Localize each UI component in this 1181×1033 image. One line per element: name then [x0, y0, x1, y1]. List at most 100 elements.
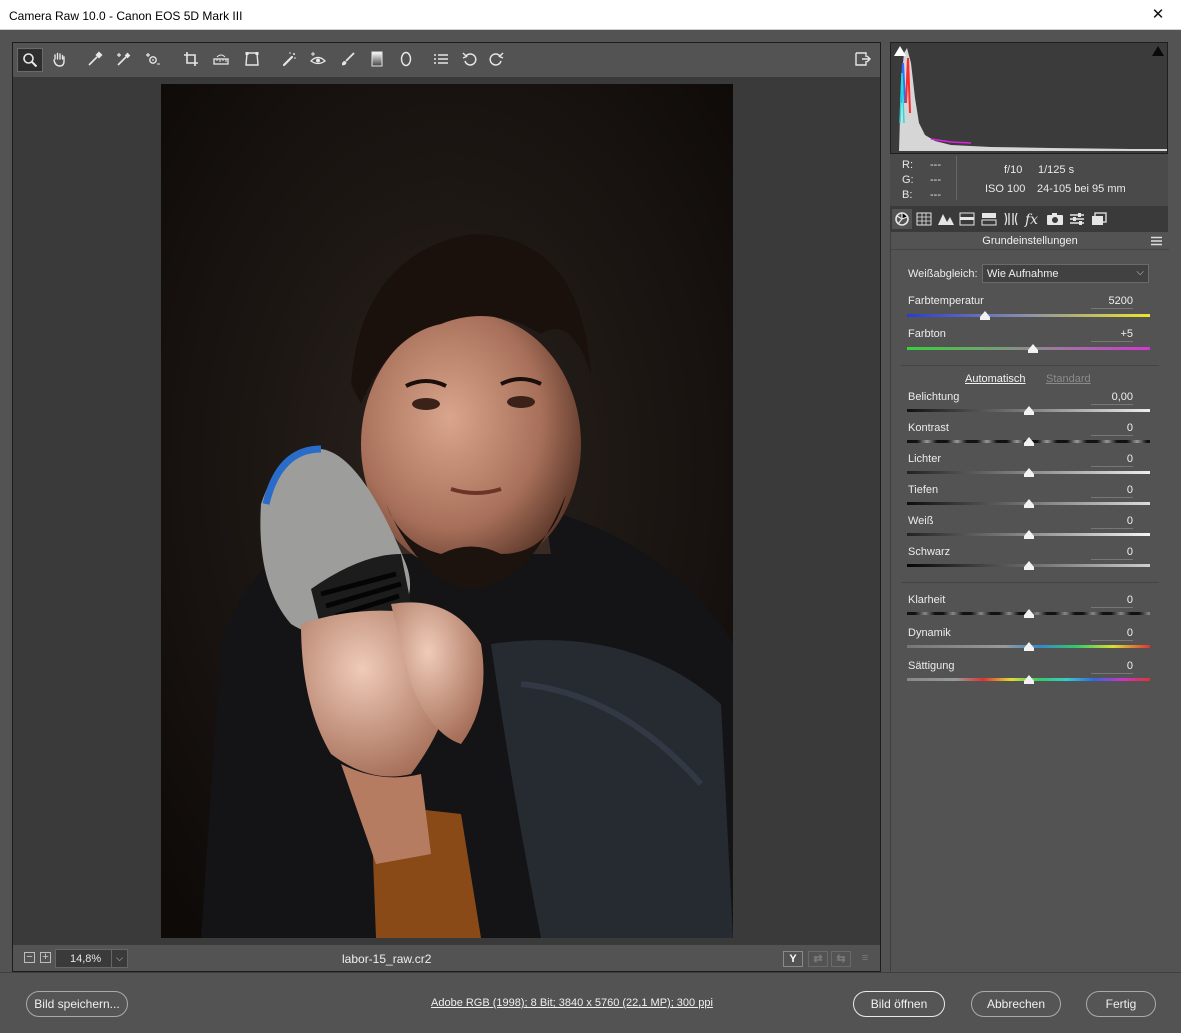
shutter-speed: 1/125 s — [1038, 164, 1075, 176]
slider-thumb-clarity[interactable] — [1023, 609, 1034, 618]
targeted-adjustment-tool-icon[interactable] — [141, 48, 167, 72]
slider-label-vibrance: Dynamik — [908, 627, 951, 639]
file-name: labor-15_raw.cr2 — [342, 952, 432, 966]
split-toning-tab-icon[interactable] — [979, 209, 999, 229]
slider-thumb-tint[interactable] — [1028, 344, 1039, 353]
slider-value-saturation[interactable]: 0 — [1091, 660, 1133, 674]
window-title: Camera Raw 10.0 - Canon EOS 5D Mark III — [9, 9, 243, 23]
slider-thumb-saturation[interactable] — [1023, 675, 1034, 684]
slider-label-shadows: Tiefen — [908, 484, 939, 496]
b-value: --- — [930, 189, 941, 201]
camera-calibration-tab-icon[interactable] — [1045, 209, 1065, 229]
rotate-cw-icon[interactable] — [484, 48, 510, 72]
slider-thumb-shadows[interactable] — [1023, 499, 1034, 508]
slider-value-tint[interactable]: +5 — [1091, 328, 1133, 342]
svg-text:fx: fx — [1024, 212, 1038, 228]
graduated-filter-tool-icon[interactable] — [365, 48, 391, 72]
slider-value-highlights[interactable]: 0 — [1091, 453, 1133, 467]
slider-value-clarity[interactable]: 0 — [1091, 594, 1133, 608]
slider-value-whites[interactable]: 0 — [1091, 515, 1133, 529]
effects-tab-icon[interactable]: fx — [1023, 209, 1043, 229]
preview-canvas — [13, 77, 880, 944]
slider-thumb-exposure[interactable] — [1023, 406, 1034, 415]
slider-track-temperature[interactable] — [907, 314, 1150, 317]
slider-value-blacks[interactable]: 0 — [1091, 546, 1133, 560]
portrait-photo — [161, 84, 733, 938]
default-button[interactable]: Standard — [1046, 373, 1091, 385]
slider-thumb-temperature[interactable] — [979, 311, 990, 320]
hsl-tab-icon[interactable] — [957, 209, 977, 229]
presets-tab-icon[interactable] — [1067, 209, 1087, 229]
basic-settings-panel: Grundeinstellungen Weißabgleich: Wie Auf… — [890, 232, 1169, 972]
color-sampler-tool-icon[interactable] — [112, 48, 138, 72]
highlight-clipping-warning-icon[interactable] — [1151, 45, 1165, 57]
zoom-tool-icon[interactable] — [17, 48, 43, 72]
crop-tool-icon[interactable] — [179, 48, 205, 72]
straighten-tool-icon[interactable] — [209, 48, 235, 72]
transform-tool-icon[interactable] — [240, 48, 266, 72]
iso: ISO 100 — [985, 183, 1026, 195]
done-button[interactable]: Fertig — [1086, 991, 1156, 1017]
readout-divider — [956, 156, 957, 200]
white-balance-select[interactable]: Wie Aufnahme ⌵ — [982, 264, 1149, 283]
auto-button[interactable]: Automatisch — [965, 373, 1026, 385]
slider-value-vibrance[interactable]: 0 — [1091, 627, 1133, 641]
basic-tab-icon[interactable] — [892, 209, 912, 229]
image-preview-area: − + 14,8% ⌵ labor-15_raw.cr2 Y ⇄ ⇆ ≡ — [12, 42, 881, 972]
section-divider — [901, 582, 1159, 583]
slider-value-exposure[interactable]: 0,00 — [1091, 391, 1133, 405]
snapshots-tab-icon[interactable] — [1089, 209, 1109, 229]
white-balance-value: Wie Aufnahme — [987, 268, 1059, 280]
slider-label-temperature: Farbtemperatur — [908, 295, 984, 307]
chevron-down-icon[interactable]: ⌵ — [111, 950, 127, 967]
slider-label-whites: Weiß — [908, 515, 934, 527]
slider-thumb-whites[interactable] — [1023, 530, 1034, 539]
tone-curve-tab-icon[interactable] — [914, 209, 934, 229]
rotate-ccw-icon[interactable] — [458, 48, 484, 72]
save-image-button[interactable]: Bild speichern... — [26, 991, 128, 1017]
swap-settings-button[interactable]: ⇄ — [808, 951, 828, 967]
copy-settings-button[interactable]: ⇆ — [831, 951, 851, 967]
slider-label-clarity: Klarheit — [908, 594, 946, 606]
view-settings-button[interactable]: ≡ — [855, 951, 875, 967]
fullscreen-toggle-icon[interactable] — [850, 48, 876, 72]
lens-corrections-tab-icon[interactable] — [1001, 209, 1021, 229]
detail-tab-icon[interactable] — [936, 209, 956, 229]
adjustment-brush-tool-icon[interactable] — [336, 48, 362, 72]
hand-tool-icon[interactable] — [47, 48, 73, 72]
slider-thumb-vibrance[interactable] — [1023, 642, 1034, 651]
open-image-button[interactable]: Bild öffnen — [853, 991, 945, 1017]
rgb-values: R: --- G: --- B: --- — [902, 158, 958, 203]
panel-tabs: fx — [890, 206, 1168, 232]
before-after-toggle-button[interactable]: Y — [783, 951, 803, 967]
aperture: f/10 — [1004, 164, 1023, 176]
close-button[interactable]: ✕ — [1135, 0, 1181, 30]
cancel-button[interactable]: Abbrechen — [971, 991, 1061, 1017]
histogram-graph — [899, 48, 1167, 151]
slider-label-highlights: Lichter — [908, 453, 942, 465]
zoom-level-select[interactable]: 14,8% ⌵ — [55, 949, 128, 968]
title-bar: Camera Raw 10.0 - Canon EOS 5D Mark III … — [0, 0, 1181, 30]
spot-removal-tool-icon[interactable] — [277, 48, 303, 72]
slider-value-contrast[interactable]: 0 — [1091, 422, 1133, 436]
b-label: B: — [902, 189, 913, 201]
zoom-out-button[interactable]: − — [24, 952, 35, 963]
shadow-clipping-warning-icon[interactable] — [893, 45, 907, 57]
white-balance-tool-icon[interactable] — [83, 48, 109, 72]
panel-menu-icon[interactable] — [1151, 236, 1162, 246]
section-divider — [901, 365, 1159, 366]
slider-value-temperature[interactable]: 5200 — [1091, 295, 1133, 309]
slider-thumb-contrast[interactable] — [1023, 437, 1034, 446]
chevron-down-icon: ⌵ — [1136, 267, 1144, 278]
slider-value-shadows[interactable]: 0 — [1091, 484, 1133, 498]
g-value: --- — [930, 174, 941, 186]
slider-thumb-blacks[interactable] — [1023, 561, 1034, 570]
workflow-options-link[interactable]: Adobe RGB (1998); 8 Bit; 3840 x 5760 (22… — [431, 997, 713, 1009]
slider-label-contrast: Kontrast — [908, 422, 949, 434]
radial-filter-tool-icon[interactable] — [394, 48, 420, 72]
slider-thumb-highlights[interactable] — [1023, 468, 1034, 477]
preferences-icon[interactable] — [429, 48, 455, 72]
red-eye-tool-icon[interactable] — [306, 48, 332, 72]
zoom-in-button[interactable]: + — [40, 952, 51, 963]
slider-label-blacks: Schwarz — [908, 546, 951, 558]
